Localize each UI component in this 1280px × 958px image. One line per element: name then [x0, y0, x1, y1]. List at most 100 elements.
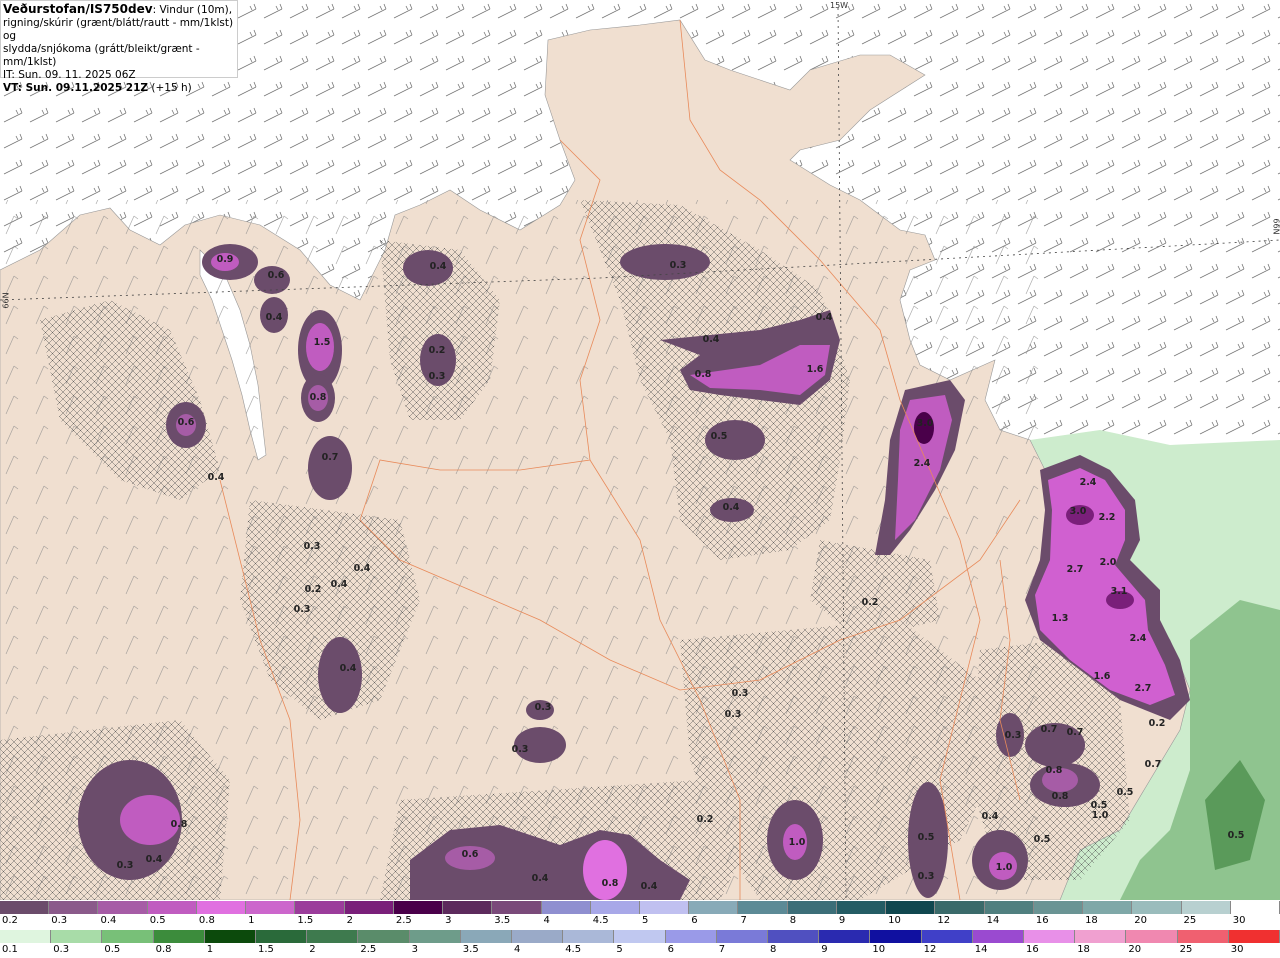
precip-value-label: 0.6 [268, 270, 285, 281]
header-title: Veðurstofan/IS750dev [3, 2, 153, 16]
precip-value-label: 0.3 [670, 260, 687, 271]
legend-swatch [738, 901, 788, 914]
map-header: Veðurstofan/IS750dev: Vindur (10m), rign… [0, 0, 238, 94]
precip-value-label: 1.0 [996, 862, 1013, 873]
precip-value-label: 0.2 [862, 597, 879, 608]
legend-swatch [204, 930, 256, 943]
precip-value-label: 0.8 [602, 878, 619, 889]
legend-tick-label: 3.5 [494, 915, 511, 926]
precip-value-label: 0.4 [982, 811, 999, 822]
legend-tick-label: 2.5 [395, 915, 412, 926]
precip-value-label: 0.8 [171, 819, 188, 830]
precip-value-label: 0.5 [711, 431, 728, 442]
precip-value-label: 0.5 [1034, 834, 1051, 845]
precip-value-label: 0.3 [1005, 730, 1022, 741]
legend-tick-label: 0.3 [51, 915, 68, 926]
legend-swatch [870, 930, 922, 943]
legend-tick-label: 20 [1134, 915, 1148, 926]
legend-swatch [98, 901, 148, 914]
legend-swatch [1024, 930, 1076, 943]
legend-swatch [563, 930, 615, 943]
header-desc2: rigning/skúrir (grænt/blátt/rautt - mm/1… [3, 17, 234, 42]
legend-swatch [1033, 901, 1084, 914]
precip-value-label: 1.5 [314, 337, 331, 348]
precip-value-label: 0.7 [322, 452, 339, 463]
legend-tick-label: 1.5 [297, 915, 314, 926]
precip-value-label: 0.6 [462, 849, 479, 860]
legend-swatch [51, 930, 103, 943]
legend-tick-label: 4.5 [592, 915, 609, 926]
precip-value-label: 0.4 [340, 663, 357, 674]
precip-value-label: 0.4 [331, 579, 348, 590]
precip-value-label: 0.5 [1117, 787, 1134, 798]
precip-value-label: 0.6 [178, 417, 195, 428]
precip-value-label: 0.8 [1052, 791, 1069, 802]
legend-tick-label: 9 [838, 915, 846, 926]
header-desc3: slydda/snjókoma (grátt/bleikt/grænt - mm… [3, 43, 200, 68]
legend-swatch [886, 901, 936, 914]
legend-tick-label: 6 [691, 915, 698, 926]
precip-value-label: 0.5 [1228, 830, 1245, 841]
precip-value-label: 0.4 [703, 334, 720, 345]
weather-map: 0.9 0.6 0.4 1.5 0.8 0.7 0.6 0.4 0.4 0.2 0.3 0.3 0.4 0… [0, 0, 1280, 900]
header-valid-lead: (+15 h) [148, 82, 192, 94]
legend-tick-label: 30 [1230, 944, 1244, 955]
precip-value-label: 0.4 [430, 261, 447, 272]
precip-value-label: 2.4 [1080, 477, 1097, 488]
legend-swatch [512, 930, 564, 943]
precip-value-label: 0.4 [146, 854, 163, 865]
precip-value-label: 0.3 [918, 871, 935, 882]
legend-tick-label: 8 [789, 915, 797, 926]
header-issue-time: IT: Sun. 09. 11. 2025 06Z [3, 69, 136, 81]
legend-swatch [921, 930, 973, 943]
legend-swatch [0, 901, 50, 914]
precip-value-label: 0.3 [732, 688, 749, 699]
legend-swatch [590, 901, 640, 914]
precip-value-label: 0.2 [429, 345, 446, 356]
precip-value-label: 0.4 [816, 312, 833, 323]
legend-swatch [984, 901, 1034, 914]
grid-label-right: 66N [1271, 218, 1280, 235]
legend-swatch [344, 901, 394, 914]
precip-value-label: 0.9 [217, 254, 234, 265]
legend-tick-label: 5 [642, 915, 649, 926]
legend-swatch [1181, 901, 1231, 914]
legend-snow-colorbar [0, 901, 1280, 916]
legend-tick-label: 14 [986, 915, 1000, 926]
precip-value-label: 0.3 [429, 371, 446, 382]
precip-value-label: 0.3 [535, 702, 552, 713]
precip-value-label: 2.4 [914, 458, 931, 469]
legend-tick-label: 16 [1026, 944, 1039, 955]
legend-tick-label: 25 [1183, 915, 1197, 926]
legend-swatch [665, 930, 717, 943]
legend-swatch [147, 901, 197, 914]
grid-label-left: 66N [1, 292, 11, 309]
legend-swatch [1083, 901, 1133, 914]
legend-swatch [409, 930, 461, 943]
legend-swatch [640, 901, 690, 914]
legend-tick-label: 3 [445, 915, 452, 926]
legend-tick-label: 5 [616, 944, 623, 955]
precip-value-label: 3.0 [917, 418, 934, 429]
legend-tick-label: 7 [740, 915, 747, 926]
legend-swatch [256, 930, 308, 943]
precip-value-label: 1.3 [1052, 613, 1069, 624]
legend-tick-label: 10 [888, 915, 901, 926]
precip-value-label: 0.3 [512, 744, 529, 755]
legend-swatch [102, 930, 154, 943]
legend-tick-label: 14 [974, 944, 988, 955]
legend-tick-label: 0.3 [53, 944, 70, 955]
precip-value-label: 0.4 [532, 873, 549, 884]
legend-tick-label: 0.1 [2, 944, 18, 955]
legend-rain-colorbar [0, 930, 1280, 945]
legend-tick-label: 18 [1085, 915, 1098, 926]
precip-value-label: 0.2 [305, 584, 322, 595]
legend-swatch [716, 930, 768, 943]
legend-swatch [836, 901, 887, 914]
legend-tick-label: 30 [1232, 915, 1246, 926]
legend-swatch [49, 901, 99, 914]
legend-tick-label: 25 [1179, 944, 1193, 955]
precip-value-label: 0.4 [266, 312, 283, 323]
legend-tick-label: 6 [667, 944, 674, 955]
legend-swatch [1075, 930, 1127, 943]
